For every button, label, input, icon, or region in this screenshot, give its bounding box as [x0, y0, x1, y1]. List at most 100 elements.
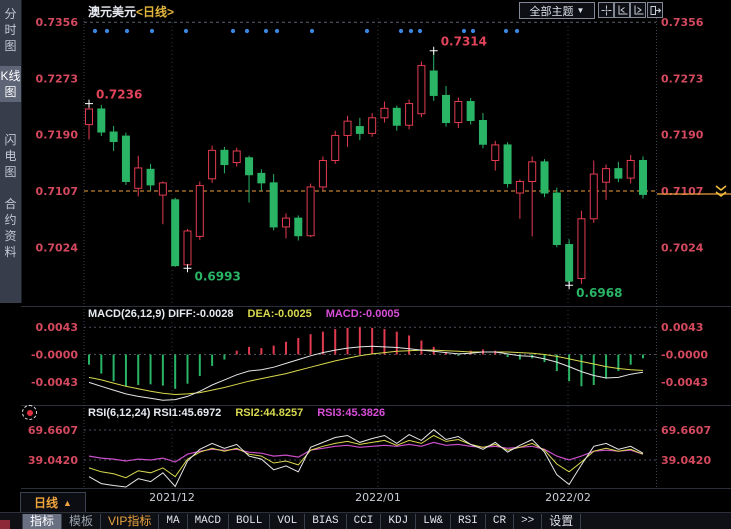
macd-dea-line [89, 350, 643, 394]
candle-body [566, 245, 573, 282]
candle-body [639, 160, 646, 194]
rsi1-value: RSI(6,12,24) RSI1:45.6972 [88, 407, 221, 419]
candle-body [270, 183, 277, 227]
toolbar-item-settings[interactable]: 设置 [542, 514, 581, 529]
toolbar-item-macd[interactable]: MACD [188, 514, 229, 529]
candle-body [246, 158, 253, 175]
rsi3-value: RSI3:45.3826 [317, 407, 385, 419]
sidebar-tab-contract-info[interactable]: 合约资料 [0, 194, 21, 262]
toolbar-item-bias[interactable]: BIAS [305, 514, 346, 529]
chevron-down-icon: ▼ [577, 7, 585, 15]
candle-body [492, 145, 499, 161]
theme-dropdown[interactable]: 全部主题 ▼ [519, 2, 595, 19]
price-tick-left: 0.7356 [36, 16, 79, 29]
candle-body [590, 174, 597, 219]
macd-tick-right: -0.0000 [661, 349, 708, 362]
chart-canvas: 0.7236 0.7314 0.6993 0.6968 0.7356 0.7356 0.72… [0, 0, 731, 529]
triangle-up-icon: ▲ [63, 498, 72, 508]
crosshair-icon [601, 5, 612, 16]
price-annotation: 0.6993 [194, 269, 240, 283]
price-tick-left: 0.7190 [36, 129, 79, 142]
red-dot-icon [27, 410, 33, 416]
sidebar-tab-kline[interactable]: K线图 [0, 66, 21, 102]
candle-body [369, 118, 376, 134]
toolbar-item-cci[interactable]: CCI [347, 514, 382, 529]
toolbar-item-more[interactable]: >> [514, 514, 542, 529]
signal-dot [399, 29, 403, 33]
candle-body [443, 95, 450, 122]
candle-body [393, 108, 400, 125]
toolbar-item-vip-indicator[interactable]: VIP指标 [101, 514, 159, 529]
macd-tick-right: -0.0043 [661, 376, 708, 389]
signal-dot [231, 29, 235, 33]
zoom-out-axis-icon [617, 5, 628, 16]
signal-dot [365, 29, 369, 33]
chart-window: 0.7236 0.7314 0.6993 0.6968 0.7356 0.7356 0.72… [0, 0, 731, 529]
signal-dot [462, 29, 466, 33]
crosshair-button[interactable] [598, 2, 614, 18]
price-tick-right: 0.7273 [661, 72, 703, 85]
toolbar-item-ma[interactable]: MA [159, 514, 187, 529]
candle-body [627, 160, 634, 178]
rsi-tick-right: 69.6607 [661, 424, 711, 437]
price-annotation: 0.7314 [441, 35, 487, 49]
macd-header: MACD(26,12,9) DIFF:-0.0028DEA:-0.0025MAC… [88, 308, 400, 320]
candle-body [516, 182, 523, 194]
toolbar-item-kdj[interactable]: KDJ [381, 514, 416, 529]
exit-chart-button[interactable] [647, 2, 663, 18]
toolbar-item-boll[interactable]: BOLL [229, 514, 270, 529]
indicator-hot-icon[interactable] [22, 405, 37, 420]
candle-body [110, 132, 117, 141]
candle-body [196, 186, 203, 237]
candle-body [122, 136, 129, 181]
candle-body [418, 66, 425, 114]
signal-dot [515, 29, 519, 33]
macd-tick-left: -0.0000 [31, 349, 78, 362]
rsi2-value: RSI2:44.8257 [235, 407, 303, 419]
candle-body [344, 121, 351, 135]
date-label: 2021/12 [149, 491, 195, 504]
signal-dot [418, 29, 422, 33]
signal-dot [105, 29, 109, 33]
price-tick-right: 0.7356 [661, 16, 704, 29]
toolbar-item-indicator[interactable]: 指标 [22, 514, 62, 529]
zoom-in-axis-button[interactable] [630, 2, 646, 18]
candle-body [553, 193, 560, 245]
toolbar-item-rsi[interactable]: RSI [451, 514, 486, 529]
toolbar-item-vol[interactable]: VOL [270, 514, 305, 529]
price-annotation: 0.6968 [576, 286, 622, 300]
price-tick-right: 0.7190 [661, 129, 704, 142]
period-tag: <日线> [136, 5, 174, 19]
date-label: 2022/01 [355, 491, 401, 504]
candle-body [479, 121, 486, 145]
toolbar-item-cr[interactable]: CR [486, 514, 514, 529]
period-selector[interactable]: 日线 ▲ [20, 492, 86, 513]
candle-body [319, 160, 326, 186]
price-marker-cross [430, 47, 438, 55]
candle-body [332, 135, 339, 160]
signal-dot [184, 29, 188, 33]
candle-body [147, 169, 154, 185]
candle-body [135, 168, 142, 188]
signal-dot [310, 29, 314, 33]
toolbar-item-lwr[interactable]: LW& [416, 514, 451, 529]
zoom-out-axis-button[interactable] [614, 2, 630, 18]
exit-chart-icon [650, 5, 661, 16]
macd-tick-left: 0.0043 [36, 321, 78, 334]
candle-body [467, 102, 474, 121]
sidebar-tab-timeshare[interactable]: 分时图 [0, 4, 21, 56]
date-label: 2022/02 [545, 491, 591, 504]
price-marker-cross [183, 264, 191, 272]
candle-body [615, 169, 622, 178]
price-annotation: 0.7236 [96, 88, 142, 102]
candle-body [406, 104, 413, 126]
toolbar-item-template[interactable]: 模板 [62, 514, 101, 529]
price-tick-left: 0.7107 [36, 185, 78, 198]
candle-body [233, 151, 240, 163]
sidebar-tab-lightning[interactable]: 闪电图 [0, 130, 21, 182]
signal-dot [125, 29, 129, 33]
theme-dropdown-label: 全部主题 [530, 3, 574, 19]
signal-dot [93, 29, 97, 33]
corner-marker [0, 520, 10, 529]
rsi3-line [89, 442, 643, 462]
